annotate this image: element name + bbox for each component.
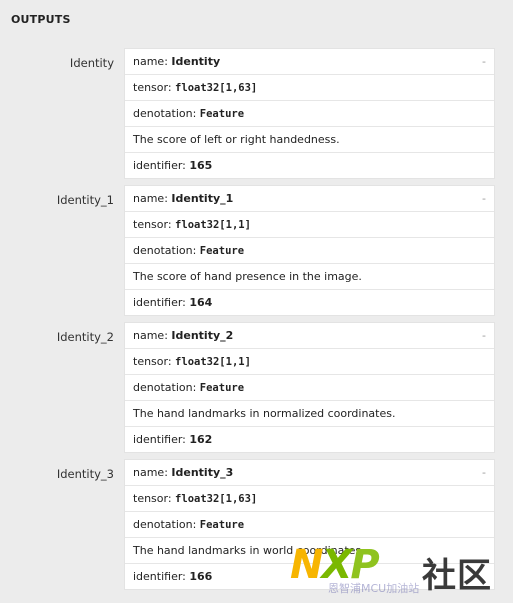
outputs-panel: OUTPUTS Identity name: Identity - tensor…	[0, 0, 513, 603]
collapse-toggle[interactable]: -	[482, 49, 486, 74]
collapse-toggle[interactable]: -	[482, 323, 486, 348]
denotation-value: Feature	[199, 108, 245, 120]
tensor-key: tensor:	[133, 218, 176, 231]
tensor-value: float32[1,63]	[175, 82, 258, 94]
name-value: Identity	[171, 55, 221, 68]
tensor-field: tensor: float32[1,1]	[125, 349, 494, 375]
output-label: Identity_3	[56, 467, 114, 481]
watermark-subtext: 恩智浦MCU加油站	[328, 582, 420, 595]
output-card: name: Identity - tensor: float32[1,63] d…	[124, 48, 495, 179]
identifier-value: 165	[189, 159, 213, 172]
denotation-value: Feature	[199, 382, 245, 394]
tensor-key: tensor:	[133, 355, 176, 368]
identifier-key: identifier:	[133, 159, 190, 172]
name-field: name: Identity_3 -	[125, 460, 494, 486]
tensor-value: float32[1,1]	[175, 219, 251, 231]
denotation-key: denotation:	[133, 518, 200, 531]
output-card: name: Identity_2 - tensor: float32[1,1] …	[124, 322, 495, 453]
collapse-toggle[interactable]: -	[482, 460, 486, 485]
output-label: Identity_2	[56, 330, 114, 344]
tensor-field: tensor: float32[1,63]	[125, 486, 494, 512]
name-value: Identity_3	[171, 466, 234, 479]
section-title: OUTPUTS	[11, 13, 71, 26]
identifier-value: 162	[189, 433, 213, 446]
denotation-key: denotation:	[133, 244, 200, 257]
tensor-field: tensor: float32[1,1]	[125, 212, 494, 238]
denotation-field: denotation: Feature	[125, 375, 494, 401]
watermark-community-text: 社区	[422, 556, 492, 596]
tensor-key: tensor:	[133, 81, 176, 94]
denotation-field: denotation: Feature	[125, 512, 494, 538]
identifier-field: identifier: 162	[125, 427, 494, 452]
identifier-value: 164	[189, 296, 213, 309]
tensor-value: float32[1,1]	[175, 356, 251, 368]
description-field: The score of left or right handedness.	[125, 127, 494, 153]
description-field: The hand landmarks in normalized coordin…	[125, 401, 494, 427]
description-field: The score of hand presence in the image.	[125, 264, 494, 290]
output-card: name: Identity_1 - tensor: float32[1,1] …	[124, 185, 495, 316]
denotation-key: denotation:	[133, 381, 200, 394]
tensor-field: tensor: float32[1,63]	[125, 75, 494, 101]
identifier-key: identifier:	[133, 296, 190, 309]
name-field: name: Identity_1 -	[125, 186, 494, 212]
denotation-field: denotation: Feature	[125, 238, 494, 264]
denotation-key: denotation:	[133, 107, 200, 120]
identifier-value: 166	[189, 570, 213, 583]
identifier-key: identifier:	[133, 433, 190, 446]
tensor-key: tensor:	[133, 492, 176, 505]
identifier-field: identifier: 164	[125, 290, 494, 315]
name-key: name:	[133, 192, 172, 205]
output-label: Identity	[69, 56, 114, 70]
output-label: Identity_1	[56, 193, 114, 207]
nxp-community-watermark: NXP 社区 恩智浦MCU加油站	[290, 538, 510, 598]
name-field: name: Identity -	[125, 49, 494, 75]
name-value: Identity_2	[171, 329, 234, 342]
identifier-field: identifier: 165	[125, 153, 494, 178]
denotation-value: Feature	[199, 245, 245, 257]
name-key: name:	[133, 55, 172, 68]
name-key: name:	[133, 466, 172, 479]
collapse-toggle[interactable]: -	[482, 186, 486, 211]
identifier-key: identifier:	[133, 570, 190, 583]
denotation-value: Feature	[199, 519, 245, 531]
tensor-value: float32[1,63]	[175, 493, 258, 505]
name-key: name:	[133, 329, 172, 342]
denotation-field: denotation: Feature	[125, 101, 494, 127]
name-value: Identity_1	[171, 192, 234, 205]
name-field: name: Identity_2 -	[125, 323, 494, 349]
